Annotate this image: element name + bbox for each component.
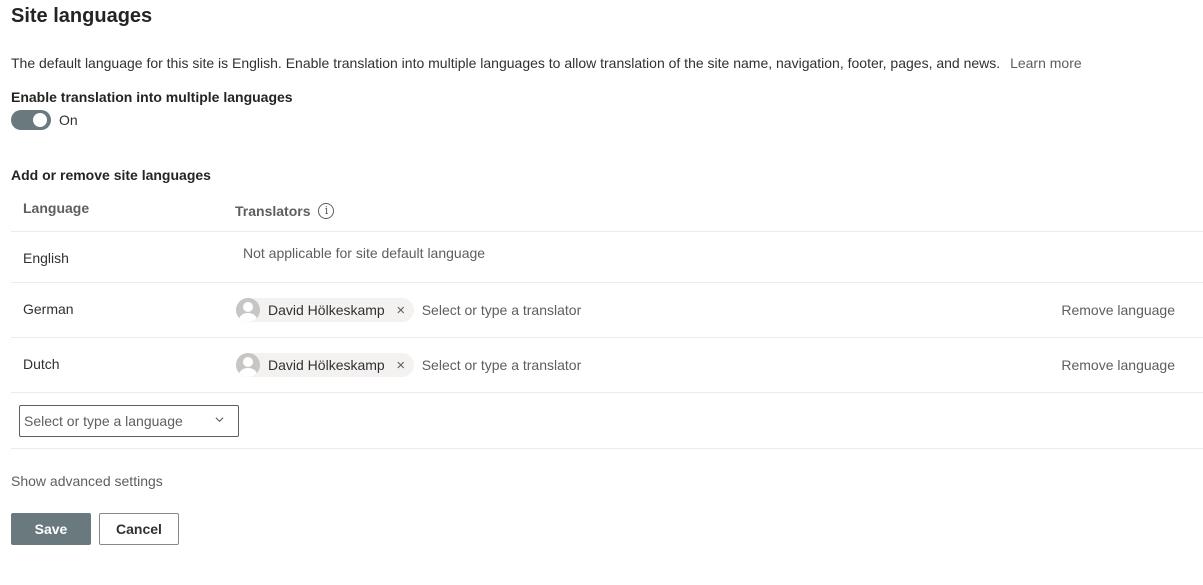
language-name: English (23, 250, 69, 266)
translation-toggle[interactable] (11, 110, 51, 130)
avatar (236, 298, 260, 322)
language-dropdown-placeholder: Select or type a language (24, 413, 183, 429)
remove-translator-icon[interactable]: × (394, 302, 408, 319)
chevron-down-icon (215, 417, 224, 423)
translators-header-label: Translators (235, 203, 311, 219)
default-language-note: Not applicable for site default language (243, 245, 486, 261)
remove-language-button[interactable]: Remove language (1061, 302, 1175, 318)
translator-name: David Hölkeskamp (268, 357, 385, 373)
table-row-english: English Not applicable for site default … (11, 232, 1203, 283)
language-name: Dutch (23, 356, 60, 372)
info-icon[interactable]: i (318, 203, 335, 219)
remove-translator-icon[interactable]: × (394, 357, 408, 374)
table-row-german: German David Hölkeskamp × Select or type… (11, 283, 1203, 338)
language-name: German (23, 301, 74, 317)
column-header-translators: Translators i (235, 203, 335, 219)
translation-toggle-row: On (11, 110, 78, 130)
languages-table: Language Translators i English Not appli… (11, 190, 1203, 449)
cancel-button[interactable]: Cancel (99, 513, 179, 545)
translator-input[interactable]: Select or type a translator (422, 302, 582, 318)
show-advanced-settings-link[interactable]: Show advanced settings (11, 473, 163, 489)
toggle-state-text: On (59, 112, 78, 128)
translator-picker: David Hölkeskamp × Select or type a tran… (236, 298, 581, 322)
toggle-knob (33, 113, 47, 127)
translator-persona[interactable]: David Hölkeskamp × (236, 353, 414, 377)
column-header-language: Language (23, 200, 90, 216)
languages-section-label: Add or remove site languages (11, 167, 211, 183)
table-row-dutch: Dutch David Hölkeskamp × Select or type … (11, 338, 1203, 393)
translation-toggle-label: Enable translation into multiple languag… (11, 89, 293, 105)
translator-name: David Hölkeskamp (268, 302, 385, 318)
learn-more-link[interactable]: Learn more (1010, 55, 1082, 71)
language-dropdown[interactable]: Select or type a language (19, 405, 239, 437)
add-language-row: Select or type a language (11, 393, 1203, 449)
translator-picker: David Hölkeskamp × Select or type a tran… (236, 353, 581, 377)
avatar (236, 353, 260, 377)
page-title: Site languages (11, 5, 153, 27)
remove-language-button[interactable]: Remove language (1061, 357, 1175, 373)
description-text: The default language for this site is En… (11, 55, 1001, 71)
site-language-description: The default language for this site is En… (11, 55, 1082, 71)
table-header: Language Translators i (11, 190, 1203, 232)
translator-input[interactable]: Select or type a translator (422, 357, 582, 373)
save-button[interactable]: Save (11, 513, 91, 545)
translator-persona[interactable]: David Hölkeskamp × (236, 298, 414, 322)
